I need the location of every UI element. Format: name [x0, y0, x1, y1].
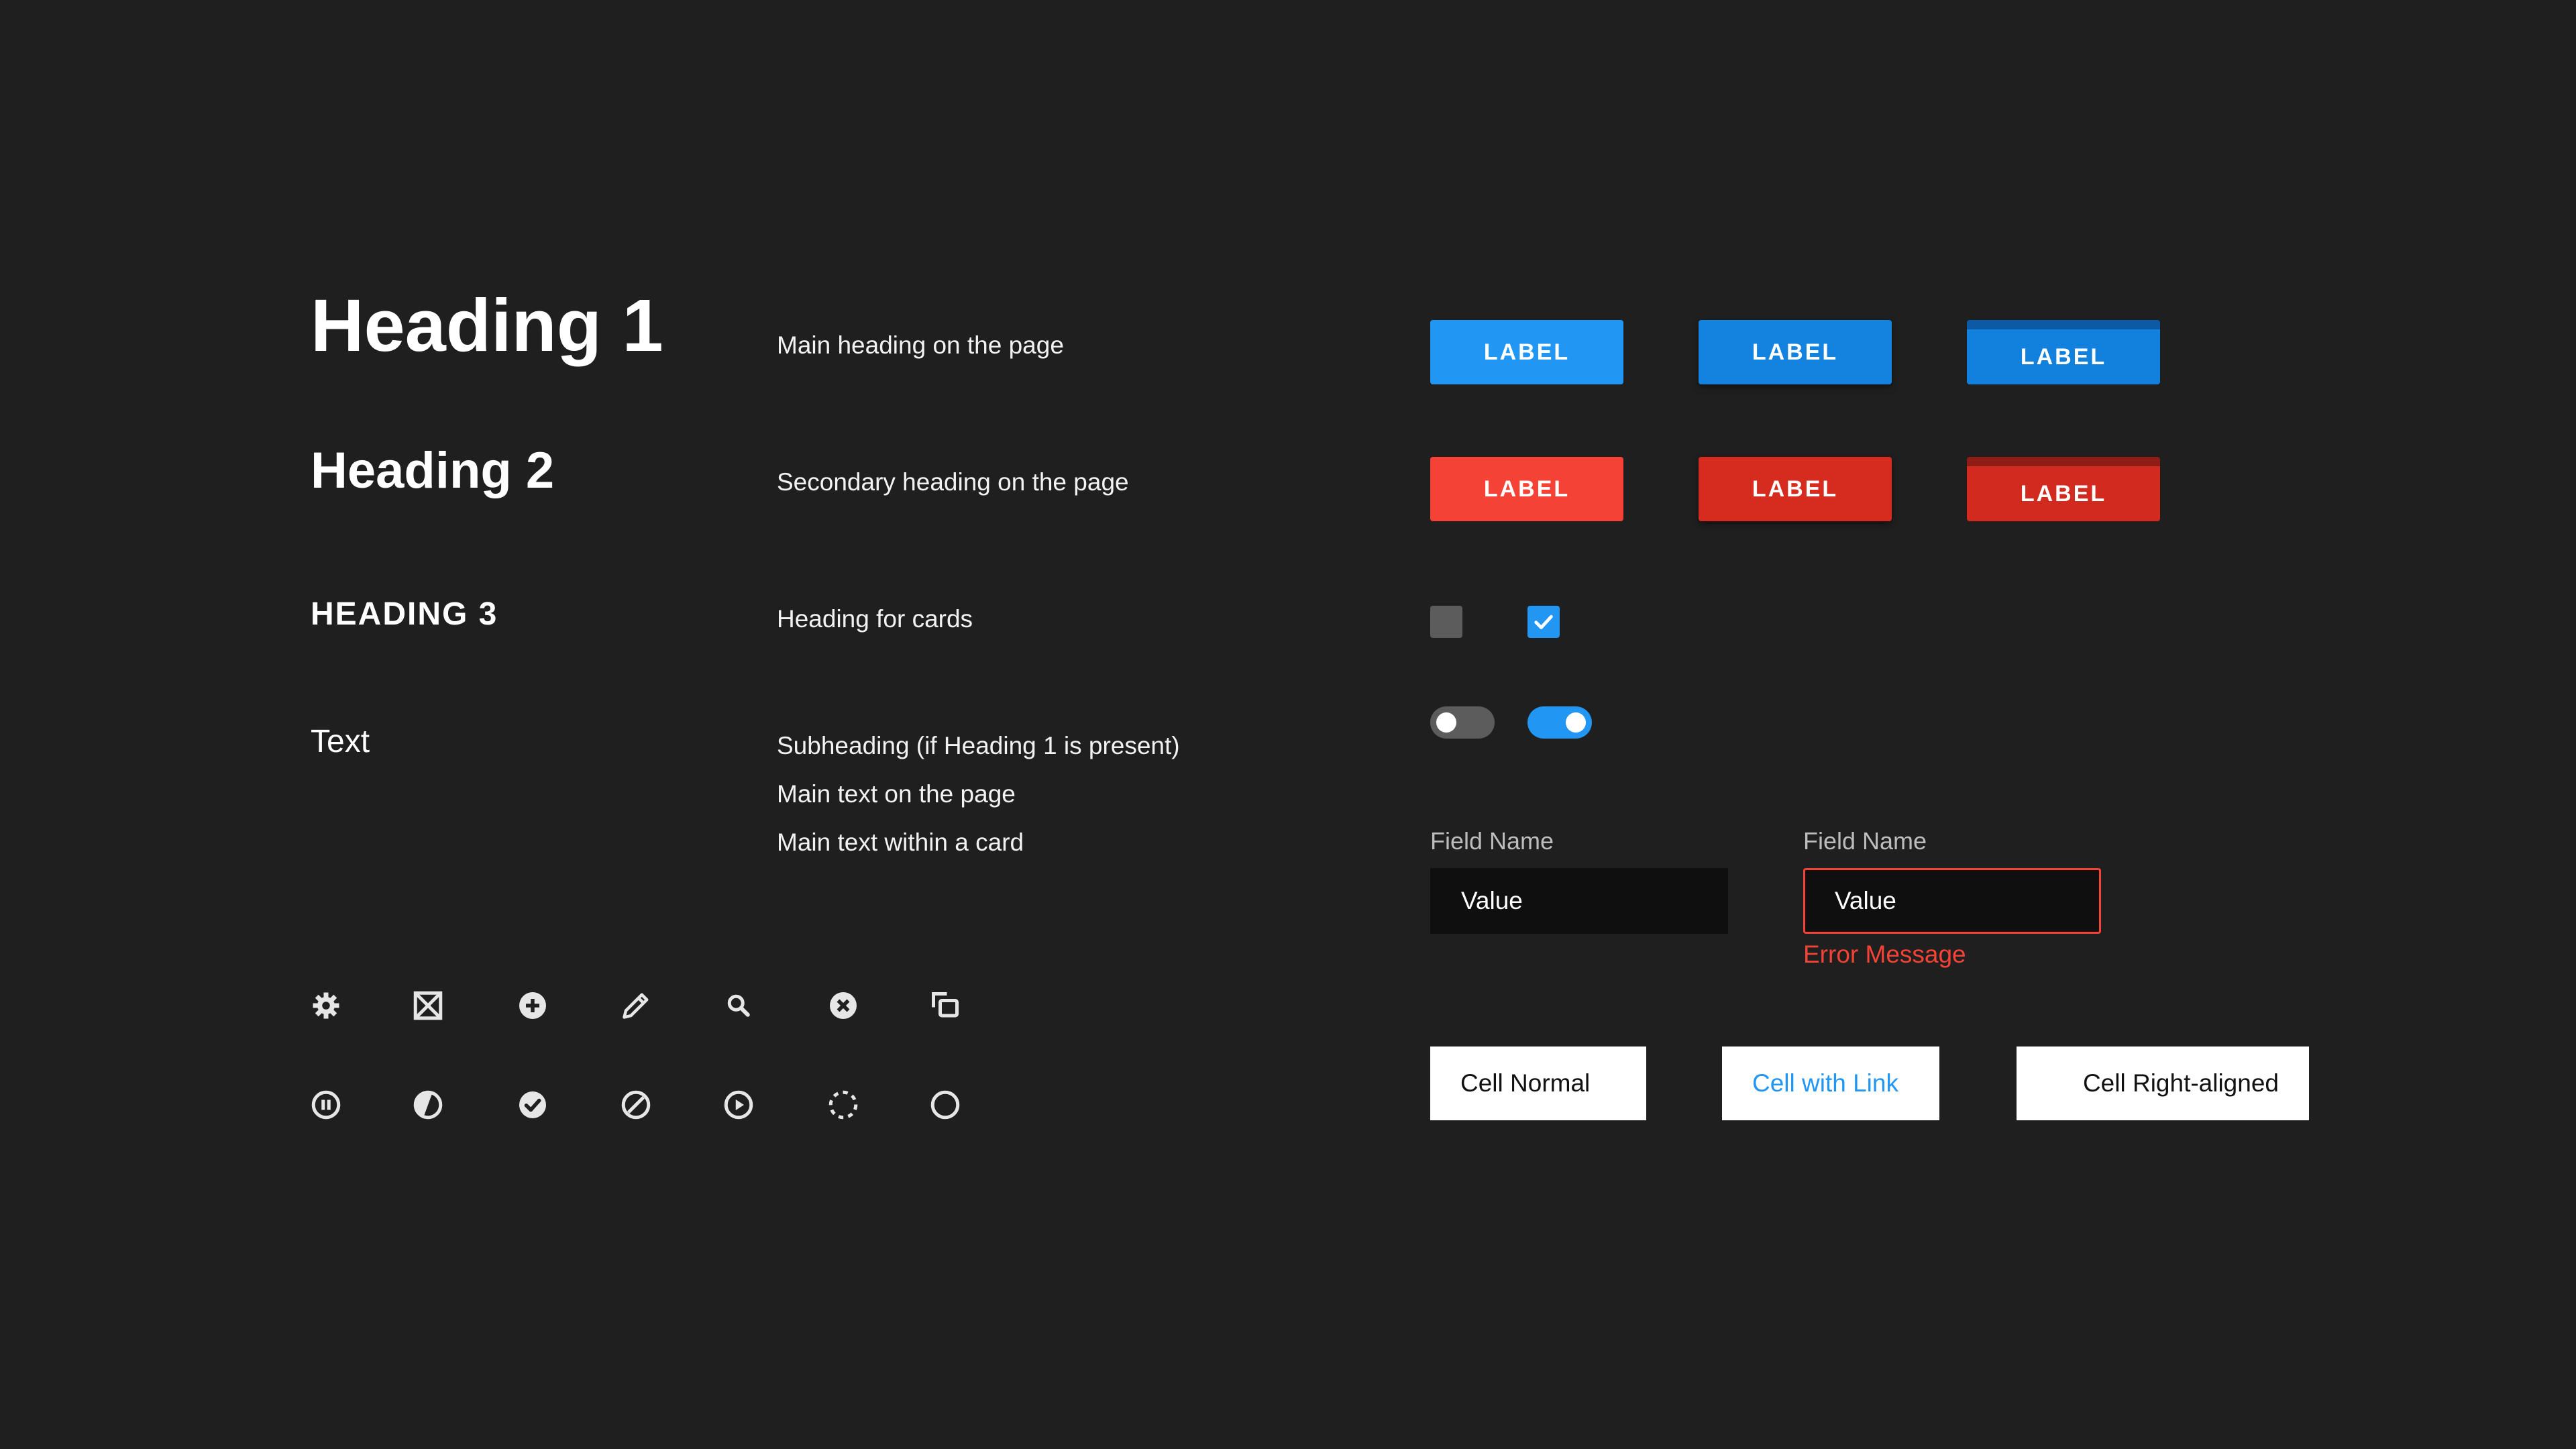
- danger-button-normal[interactable]: LABEL: [1430, 457, 1623, 521]
- check-circle-icon: [513, 1085, 553, 1125]
- text-sample: Text: [311, 724, 370, 759]
- copy-icon: [925, 985, 965, 1026]
- checkmark-icon: [1534, 614, 1553, 629]
- search-icon: [718, 985, 759, 1026]
- text-description-main: Main text on the page: [777, 780, 1016, 808]
- text-field-normal[interactable]: [1430, 868, 1728, 934]
- add-circle-icon: [513, 985, 553, 1026]
- close-box-icon: [408, 985, 448, 1026]
- primary-button-normal[interactable]: LABEL: [1430, 320, 1623, 384]
- danger-button-active[interactable]: LABEL: [1967, 457, 2160, 521]
- toggle-on[interactable]: [1527, 706, 1592, 739]
- text-description-card: Main text within a card: [777, 828, 1024, 856]
- play-circle-icon: [718, 1085, 759, 1125]
- toggle-knob: [1436, 712, 1456, 733]
- checkbox-checked[interactable]: [1527, 606, 1560, 638]
- pause-circle-icon: [306, 1085, 346, 1125]
- half-circle-icon: [408, 1085, 448, 1125]
- heading-2-sample: Heading 2: [311, 442, 555, 499]
- field-label-error: Field Name: [1803, 827, 1927, 855]
- dashed-circle-icon: [823, 1085, 863, 1125]
- block-icon: [616, 1085, 656, 1125]
- heading-1-sample: Heading 1: [311, 284, 663, 367]
- pencil-icon: [616, 985, 656, 1026]
- field-label: Field Name: [1430, 827, 1554, 855]
- text-field-error[interactable]: [1803, 868, 2101, 934]
- toggle-knob: [1566, 712, 1586, 733]
- empty-circle-icon: [925, 1085, 965, 1125]
- primary-button-active[interactable]: LABEL: [1967, 320, 2160, 384]
- heading-3-description: Heading for cards: [777, 605, 973, 633]
- heading-2-description: Secondary heading on the page: [777, 468, 1129, 496]
- table-cell-link[interactable]: Cell with Link: [1722, 1046, 1939, 1120]
- table-cell-right-aligned: Cell Right-aligned: [2017, 1046, 2309, 1120]
- text-description-subheading: Subheading (if Heading 1 is present): [777, 732, 1180, 759]
- toggle-off[interactable]: [1430, 706, 1495, 739]
- gear-icon: [306, 985, 346, 1026]
- danger-button-hover[interactable]: LABEL: [1699, 457, 1892, 521]
- error-message: Error Message: [1803, 941, 1966, 968]
- close-circle-icon: [823, 985, 863, 1026]
- checkbox-unchecked[interactable]: [1430, 606, 1462, 638]
- heading-1-description: Main heading on the page: [777, 331, 1064, 359]
- table-cell-normal: Cell Normal: [1430, 1046, 1646, 1120]
- heading-3-sample: HEADING 3: [311, 596, 498, 632]
- primary-button-hover[interactable]: LABEL: [1699, 320, 1892, 384]
